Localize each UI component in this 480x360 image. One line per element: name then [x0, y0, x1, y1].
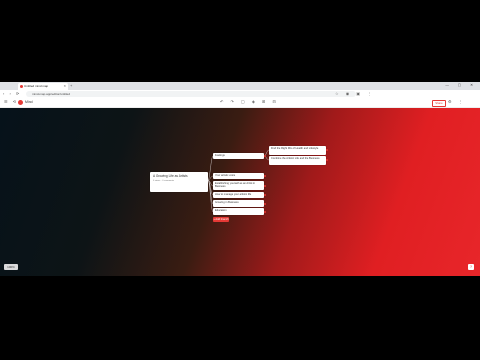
tab-title: Untitled mind map [24, 84, 49, 88]
child-node[interactable]: Find the Right Mix of Health and Lifesty… [269, 146, 326, 155]
central-node-title: A Growing Life as Artists [153, 174, 188, 178]
help-icon[interactable]: ? [468, 264, 474, 270]
branch-node[interactable]: How to manage your artistic life [213, 192, 264, 198]
extension-icons[interactable]: ☆ ◉ ▣ ⋮ [335, 91, 374, 96]
child-label: Find the Right Mix of Health and Lifesty… [271, 147, 319, 150]
expand-handle-icon[interactable] [264, 203, 266, 205]
editor-tools-icon[interactable]: ↶ ↷ ▢ ◈ ⊞ ⊟ [220, 99, 279, 104]
app-logo [18, 100, 23, 105]
central-node-meta: 0 views · 0 comments [153, 180, 175, 182]
url-field[interactable]: mind-map.app/editor/untitled [26, 91, 356, 97]
branch-node[interactable]: Growing in Business [213, 200, 264, 207]
settings-icon[interactable]: ⚙ ⋮ [448, 99, 466, 104]
browser-window: Untitled mind map ✕ + — ▢ ✕ ‹ › ⟳ mind-m… [0, 82, 480, 276]
expand-handle-icon[interactable] [326, 149, 328, 151]
browser-tab[interactable]: Untitled mind map ✕ [18, 83, 68, 90]
app-favicon-icon [20, 85, 23, 88]
expand-handle-icon[interactable] [264, 175, 266, 177]
central-node[interactable]: A Growing Life as Artists 0 views · 0 co… [150, 172, 208, 192]
branch-label: Your artistic voice [215, 174, 236, 177]
branch-node[interactable]: Your artistic voice [213, 173, 264, 179]
branch-label: How to manage your artistic life [215, 193, 252, 196]
expand-handle-icon[interactable] [264, 155, 266, 157]
expand-handle-icon[interactable] [264, 185, 266, 187]
app-name: Mind [25, 100, 33, 104]
branch-node[interactable]: Establishing yourself as an Artist in Bu… [213, 181, 264, 190]
nav-buttons-icon[interactable]: ‹ › ⟳ [3, 91, 21, 96]
child-label: Combine the Artistic Life and the Busine… [271, 157, 320, 160]
menu-icon[interactable]: ☰ ⟲ [4, 99, 18, 104]
branch-node[interactable]: Education [213, 208, 264, 215]
branch-label: Feelings [215, 154, 225, 157]
browser-tab-bar: Untitled mind map ✕ + — ▢ ✕ [0, 82, 480, 90]
branch-label: Establishing yourself as an Artist in Bu… [215, 182, 256, 188]
expand-handle-icon[interactable] [264, 194, 266, 196]
expand-handle-icon[interactable] [264, 211, 266, 213]
child-node[interactable]: Combine the Artistic Life and the Busine… [269, 156, 326, 165]
add-branch-button[interactable]: + Add branch [213, 217, 229, 222]
app-toolbar: ☰ ⟲ Mind ↶ ↷ ▢ ◈ ⊞ ⊟ Share ⚙ ⋮ [0, 98, 480, 108]
branch-node[interactable]: Feelings [213, 153, 264, 159]
share-button[interactable]: Share [432, 100, 446, 107]
branch-label: Education [215, 209, 227, 212]
zoom-control[interactable]: 100% [4, 264, 18, 270]
new-tab-icon[interactable]: + [70, 83, 72, 88]
close-tab-icon[interactable]: ✕ [63, 83, 66, 90]
window-controls[interactable]: — ▢ ✕ [445, 83, 477, 87]
expand-handle-icon[interactable] [326, 159, 328, 161]
branch-label: Growing in Business [215, 201, 239, 204]
